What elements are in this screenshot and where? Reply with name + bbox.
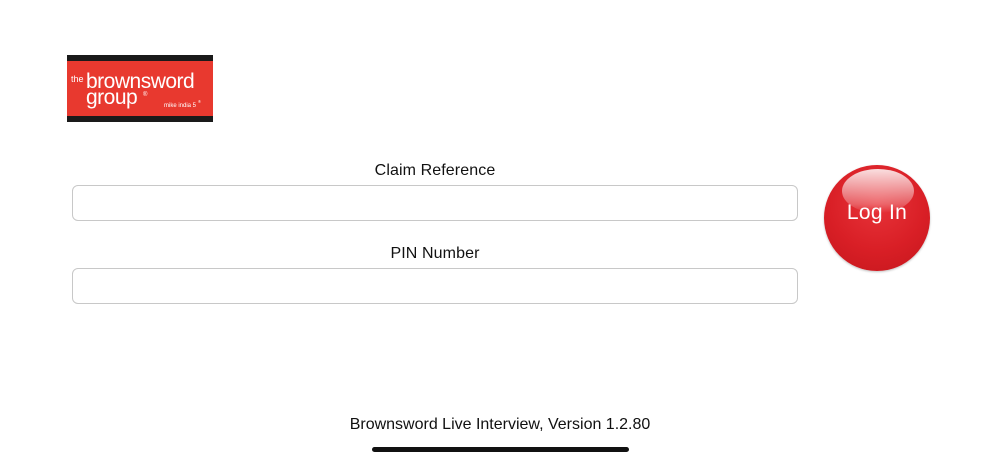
pin-number-label: PIN Number — [390, 245, 480, 262]
logo-group: group — [86, 86, 137, 109]
log-in-button[interactable]: Log In — [824, 165, 930, 271]
claim-reference-input[interactable] — [72, 185, 798, 221]
brownsword-logo: the brownsword group ® mike india 5 ® — [67, 55, 213, 122]
claim-reference-label: Claim Reference — [374, 162, 496, 179]
login-screen: the brownsword group ® mike india 5 ® Cl… — [0, 0, 1000, 462]
logo-wordmark: the brownsword group ® mike india 5 ® — [71, 70, 201, 109]
logo-tagline-mark: ® — [198, 99, 201, 104]
home-indicator[interactable] — [372, 447, 629, 452]
logo-registered: ® — [143, 91, 148, 98]
pin-number-input[interactable] — [72, 268, 798, 304]
logo-the: the — [71, 74, 84, 84]
logo-tagline: mike india 5 — [164, 103, 197, 109]
logo-panel: the brownsword group ® mike india 5 ® — [67, 61, 213, 116]
version-text: Brownsword Live Interview, Version 1.2.8… — [349, 416, 651, 433]
log-in-button-label: Log In — [846, 201, 908, 224]
